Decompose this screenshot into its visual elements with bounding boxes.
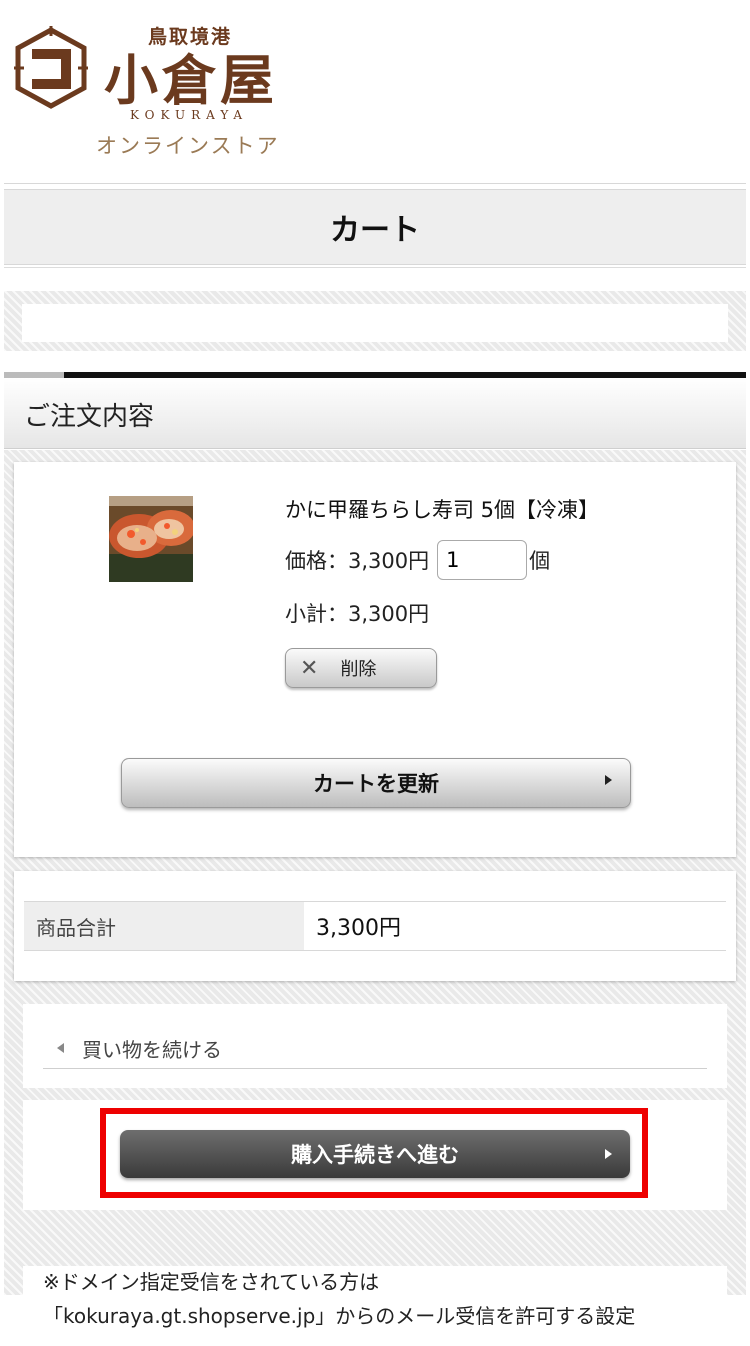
quantity-unit: 個 [529,549,551,573]
total-value: 3,300円 [316,916,401,941]
product-name[interactable]: かに甲羅ちらし寿司 5個【冷凍】 [285,494,599,524]
delete-label: 削除 [340,659,377,680]
checkout-panel: 購入手続きへ進む [23,1100,727,1210]
logo-brand-name: 小倉屋 [104,48,278,112]
arrow-right-icon [605,1149,612,1159]
order-total-panel: 商品合計 3,300円 [14,871,736,981]
product-thumbnail[interactable] [109,496,193,582]
message-box [22,304,728,342]
order-section-header: ご注文内容 [4,378,746,449]
mail-notice-panel: ※ドメイン指定受信をされている方は 「kokuraya.gt.shopserve… [23,1266,727,1346]
checkout-button[interactable]: 購入手続きへ進む [120,1130,630,1178]
arrow-left-icon [57,1043,64,1053]
price-label: 価格：3,300円 [285,549,430,573]
continue-shopping-label: 買い物を続ける [82,1037,222,1062]
subtotal-label: 小計：3,300円 [285,602,430,626]
page-title: カート [330,213,420,248]
cart-item: かに甲羅ちらし寿司 5個【冷凍】 価格：3,300円 個 小計：3,300円 ✕… [14,462,736,857]
quantity-input[interactable] [437,540,528,580]
section-title: ご注文内容 [24,402,155,432]
header-divider [4,183,746,184]
message-area [4,291,746,351]
close-icon: ✕ [300,655,319,681]
mail-notice-line-1: ※ドメイン指定受信をされている方は [43,1270,380,1294]
kokuraya-emblem-icon [14,26,88,109]
update-cart-label: カートを更新 [313,772,439,796]
update-cart-button[interactable]: カートを更新 [121,758,631,808]
arrow-right-icon [605,775,612,785]
cart-area: かに甲羅ちらし寿司 5個【冷凍】 価格：3,300円 個 小計：3,300円 ✕… [4,450,746,1346]
delete-button[interactable]: ✕ 削除 [285,648,437,688]
mail-notice-line-2: 「kokuraya.gt.shopserve.jp」からのメール受信を許可する設… [43,1304,636,1328]
page-title-bar: カート [4,189,746,265]
store-logo[interactable]: 鳥取境港 小倉屋 KOKURAYA オンラインストア [12,18,292,168]
checkout-label: 購入手続きへ進む [291,1143,459,1167]
total-label: 商品合計 [24,902,304,950]
logo-tagline: 鳥取境港 [148,26,233,48]
continue-shopping-panel: 買い物を続ける [23,1004,727,1088]
price-row: 価格：3,300円 個 [285,536,550,584]
crab-sushi-image-icon [109,496,193,582]
total-row: 商品合計 3,300円 [24,901,726,951]
continue-shopping-link[interactable]: 買い物を続ける [43,1028,707,1069]
title-divider [4,267,746,268]
logo-store-label: オンラインストア [96,134,280,158]
logo-romanized-name: KOKURAYA [130,108,249,122]
